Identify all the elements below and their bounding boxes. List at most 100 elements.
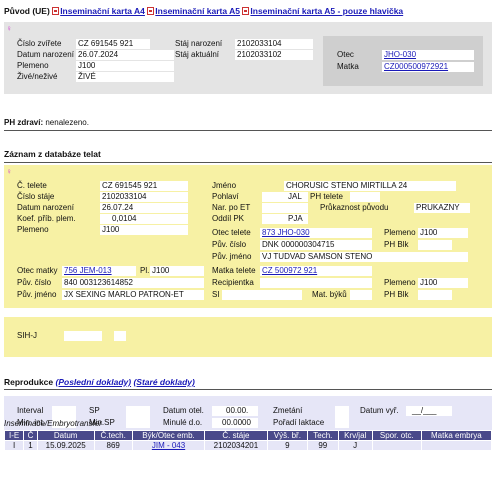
repro-title: Reprodukce	[4, 377, 54, 387]
link-old-docs[interactable]: (Staré doklady)	[133, 377, 194, 387]
col-byk[interactable]: Býk/Otec emb.	[131, 430, 206, 441]
link-otec-matky[interactable]: 756 JEM-013	[64, 266, 112, 275]
link-otec[interactable]: JHO-030	[384, 50, 416, 59]
pin-icon: ♀	[6, 167, 12, 176]
label-minule: Minulé d.o.	[163, 418, 203, 427]
value-minule: 00.0000	[212, 418, 258, 428]
link-byk[interactable]: JIM - 043	[152, 441, 185, 450]
value-sih-2	[114, 331, 126, 341]
label-oddil: Oddíl PK	[212, 214, 245, 223]
link-insem-card-a5-header[interactable]: Inseminační karta A5 - pouze hlavička	[250, 6, 403, 16]
value-staj-narozeni: 2102033104	[235, 39, 313, 49]
label-matka: Matka	[337, 62, 359, 71]
label-otec-matky: Otec matky	[17, 266, 58, 275]
link-insem-card-a5[interactable]: Inseminační karta A5	[155, 6, 240, 16]
value-c-telete: CZ 691545 921	[100, 181, 188, 191]
value-staj-aktualni: 2102033102	[235, 50, 313, 60]
origin-header: Původ (UE) Inseminační karta A4 Insemina…	[4, 6, 403, 16]
value-puv-jmeno: VJ TUDVAD SAMSON STENO	[260, 252, 468, 262]
label-cislo-zvirete: Číslo zvířete	[17, 39, 62, 48]
label-sih: SIH-J	[17, 331, 37, 340]
label-jmeno: Jméno	[212, 181, 237, 190]
value-oddil: PJA	[262, 214, 308, 224]
value-otec-matky: 756 JEM-013	[62, 266, 136, 276]
pin-icon: ♀	[6, 24, 12, 33]
label-cislo-staje: Číslo stáje	[17, 192, 55, 201]
pdf-icon	[242, 7, 250, 15]
embryo-title: Inseminace/Embryotransfer	[4, 419, 102, 428]
value-sp	[126, 406, 150, 428]
calves-title: Záznam z databáze telat	[4, 149, 101, 159]
label-datum-otel: Datum otel.	[163, 406, 204, 415]
ph-health-label: PH zdraví:	[4, 118, 44, 127]
value-plemeno-otce: J100	[418, 228, 468, 238]
value-zive: ŽIVÉ	[76, 72, 174, 82]
col-matka[interactable]: Matka embrya	[420, 430, 493, 441]
value-mat-byku	[350, 290, 372, 300]
embryo-table: I-E Č Datum Č.tech. Býk/Otec emb. Č. stá…	[3, 430, 493, 451]
link-matka-telete[interactable]: CZ 500972 921	[262, 266, 317, 275]
value-jmeno: CHORUSIC STENO MIRTILLA 24	[284, 181, 456, 191]
cell-matka	[420, 440, 493, 451]
label-puv-jmeno: Pův. jméno	[212, 252, 252, 261]
value-matka: CZ000500972921	[382, 62, 474, 72]
value-pohlavi: JAL	[262, 192, 308, 202]
value-plemeno-telete: J100	[100, 225, 188, 235]
label-datum-narozeni: Datum narození	[17, 50, 74, 59]
label-puv-jmeno-matky: Pův. jméno	[17, 290, 57, 299]
label-zmetani: Zmetání	[273, 406, 303, 415]
cell-tech: 99	[307, 440, 339, 451]
value-datum-vyr: __/___	[406, 406, 452, 416]
label-c-telete: Č. telete	[17, 181, 47, 190]
cell-krv: J	[337, 440, 373, 451]
divider	[4, 162, 492, 163]
value-puv-cislo-matky: 840 003123614852	[62, 278, 204, 288]
value-ph-telete	[350, 192, 380, 202]
value-recipientka	[260, 278, 372, 288]
label-plemeno: Plemeno	[17, 61, 49, 70]
col-ie[interactable]: I-E	[3, 430, 25, 441]
value-plemeno-matky: J100	[418, 278, 468, 288]
col-tech[interactable]: Tech.	[307, 430, 339, 441]
label-interval: Interval	[17, 406, 44, 415]
value-pruk: PRUKAZNY	[414, 203, 470, 213]
link-matka[interactable]: CZ000500972921	[384, 62, 448, 71]
col-spor[interactable]: Spor. otc.	[371, 430, 422, 441]
label-poradi: Pořadí laktace	[273, 418, 325, 427]
value-sih-1	[64, 331, 102, 341]
col-vys[interactable]: Výš. bř.	[266, 430, 309, 441]
col-krv[interactable]: Krv/jal	[337, 430, 373, 441]
value-plemeno: J100	[76, 61, 174, 71]
cell-byk: JIM - 043	[131, 440, 206, 451]
parents-panel	[323, 36, 483, 86]
ph-health: PH zdraví: nenalezeno.	[4, 118, 89, 128]
label-staj-aktualni: Stáj aktuální	[175, 50, 220, 59]
label-mat-byku: Mat. býků	[312, 290, 347, 299]
label-plemeno-otce: Plemeno	[384, 228, 416, 237]
label-ph-telete: PH telete	[310, 192, 343, 201]
col-c[interactable]: Č	[23, 430, 38, 441]
label-pohlavi: Pohlaví	[212, 192, 239, 201]
value-ph-blk-matky	[418, 290, 452, 300]
cell-datum: 15.09.2025	[36, 440, 95, 451]
repro-header: Reprodukce (Poslední doklady) (Staré dok…	[4, 377, 195, 387]
label-nar-po-et: Nar. po ET	[212, 203, 251, 212]
value-ph-blk	[418, 240, 452, 250]
value-otec: JHO-030	[382, 50, 474, 60]
value-otec-telete: 873 JHO-030	[260, 228, 372, 238]
link-insem-card-a4[interactable]: Inseminační karta A4	[60, 6, 145, 16]
col-datum[interactable]: Datum	[36, 430, 95, 441]
value-pl: J100	[150, 266, 204, 276]
label-otec-telete: Otec telete	[212, 228, 251, 237]
link-recent-docs[interactable]: (Poslední doklady)	[56, 377, 132, 387]
cell-c: 1	[23, 440, 38, 451]
col-staj[interactable]: Č. stáje	[204, 430, 268, 441]
value-puv-jmeno-matky: JX SEXING MARLO PATRON-ET	[62, 290, 204, 300]
col-ctech[interactable]: Č.tech.	[93, 430, 133, 441]
label-matka-telete: Matka telete	[212, 266, 256, 275]
link-otec-telete[interactable]: 873 JHO-030	[262, 228, 310, 237]
value-datum-narozeni-telete: 26.07.24	[100, 203, 188, 213]
value-cislo-staje: 2102033104	[100, 192, 188, 202]
cell-vys: 9	[266, 440, 309, 451]
label-puv-cislo: Pův. číslo	[212, 240, 247, 249]
